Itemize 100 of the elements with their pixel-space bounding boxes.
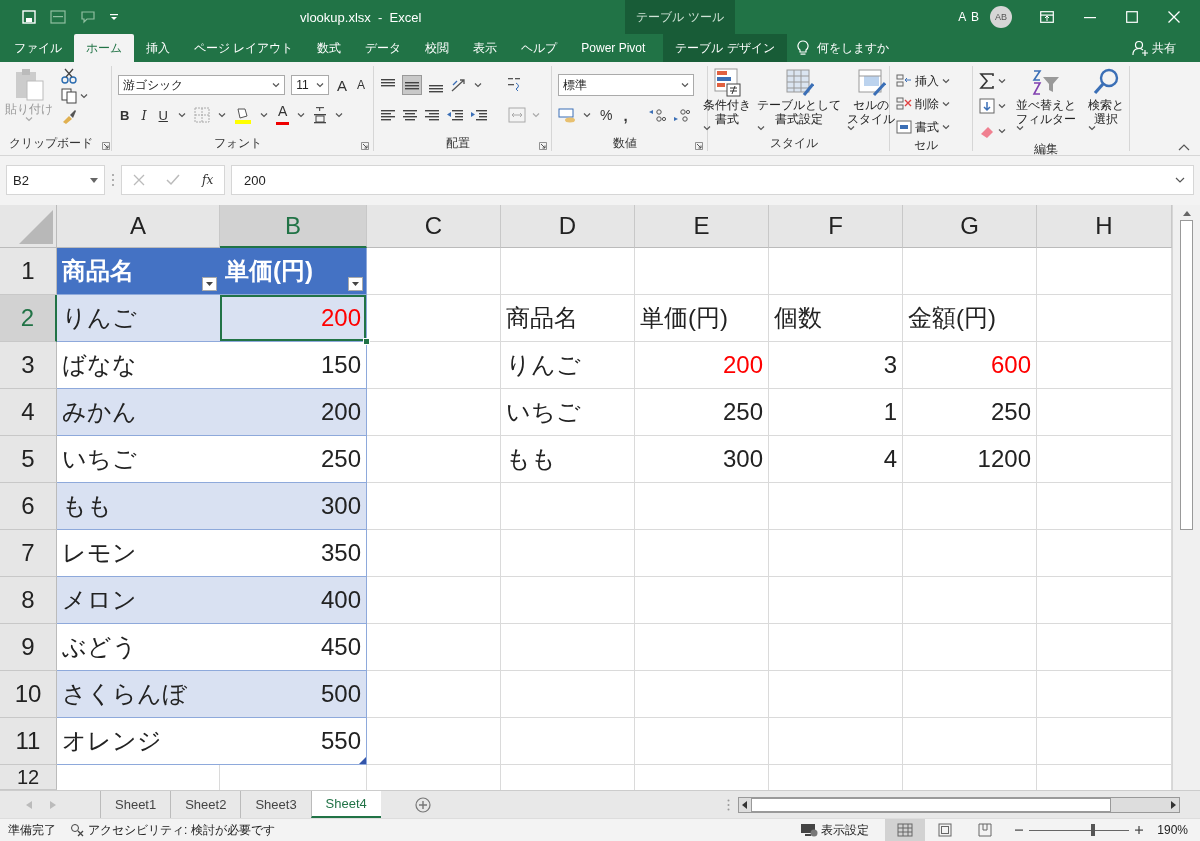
format-cells-icon[interactable] [896, 120, 912, 134]
caret-icon[interactable] [259, 112, 268, 118]
ribbon-display-icon[interactable] [1040, 11, 1054, 23]
column-header[interactable]: B [220, 205, 367, 248]
caret-icon[interactable] [583, 112, 591, 118]
caret-icon[interactable] [942, 124, 950, 130]
style-button[interactable]: テーブルとして 書式設定 [754, 66, 843, 136]
caret-icon[interactable] [681, 82, 689, 88]
insert-function-button[interactable]: fx [202, 173, 214, 187]
percent-button[interactable]: % [598, 105, 615, 125]
column-header[interactable]: G [903, 205, 1037, 248]
style-button[interactable]: 条件付き 書式 [700, 66, 753, 136]
caret-icon[interactable] [474, 82, 482, 88]
row-header[interactable]: 2 [0, 295, 57, 342]
caret-icon[interactable] [315, 82, 324, 88]
italic-button[interactable]: I [139, 105, 149, 125]
zoom-in-icon[interactable] [1135, 826, 1144, 834]
ribbon-tab[interactable]: ヘルプ [509, 34, 570, 62]
sum-icon[interactable] [979, 73, 995, 89]
caret-icon[interactable] [998, 78, 1006, 84]
dialog-launcher-icon[interactable] [361, 142, 369, 150]
ribbon-tab[interactable]: テーブル デザイン [663, 34, 787, 62]
ribbon-tab[interactable]: ファイル [2, 34, 74, 62]
align-center-icon[interactable] [402, 107, 418, 123]
caret-icon[interactable] [1088, 126, 1096, 131]
scrollbar-thumb[interactable] [1180, 220, 1193, 530]
cells-button[interactable]: 削除 [915, 93, 939, 115]
insert-cells-icon[interactable] [896, 74, 912, 88]
ribbon-tab[interactable]: 校閲 [413, 34, 462, 62]
column-header[interactable]: H [1037, 205, 1172, 248]
comma-button[interactable]: , [621, 105, 630, 125]
view-button[interactable] [885, 818, 926, 841]
column-header[interactable]: F [769, 205, 903, 248]
caret-icon[interactable] [335, 112, 344, 118]
dialog-launcher-icon[interactable] [102, 142, 110, 150]
dialog-launcher-icon[interactable] [539, 142, 547, 150]
fill-color-icon[interactable] [233, 106, 252, 124]
font-color-button[interactable]: A [275, 105, 290, 125]
row-header[interactable]: 9 [0, 624, 57, 671]
caret-icon[interactable] [756, 126, 765, 131]
font-name-field[interactable]: 游ゴシック [118, 75, 286, 95]
ribbon-tab[interactable]: Power Pivot [569, 34, 658, 62]
collapse-ribbon-icon[interactable] [1178, 143, 1190, 151]
row-header[interactable]: 12 [0, 765, 57, 790]
caret-icon[interactable] [272, 82, 281, 88]
filter-button[interactable] [348, 277, 363, 291]
row-header[interactable]: 5 [0, 436, 57, 483]
caret-icon[interactable] [846, 126, 855, 131]
horizontal-scrollbar[interactable] [738, 796, 1180, 813]
person-icon[interactable] [1132, 40, 1148, 56]
column-header[interactable]: A [57, 205, 220, 248]
display-settings-button[interactable]: 表示設定 [821, 821, 870, 839]
font-size-field[interactable]: 11 [291, 75, 329, 95]
decrease-indent-icon[interactable] [446, 107, 464, 123]
cut-icon[interactable] [61, 68, 77, 84]
merge-cells-icon[interactable] [508, 107, 526, 123]
ribbon-tab[interactable]: 表示 [461, 34, 510, 62]
caret-icon[interactable] [217, 112, 226, 118]
row-header[interactable]: 11 [0, 718, 57, 765]
row-header[interactable]: 10 [0, 671, 57, 718]
row-header[interactable]: 8 [0, 577, 57, 624]
formula-field[interactable]: 200 [231, 165, 1194, 195]
decrease-decimal-icon[interactable] [672, 107, 691, 123]
row-header[interactable]: 1 [0, 248, 57, 295]
ribbon-tab[interactable]: 挿入 [134, 34, 182, 62]
ribbon-tab[interactable]: 数式 [305, 34, 354, 62]
add-sheet-icon[interactable] [414, 796, 431, 813]
layout-icon[interactable] [50, 10, 66, 24]
share-button[interactable]: 共有 [1152, 39, 1176, 57]
tell-me-field[interactable]: 何をしますか [816, 39, 889, 57]
grow-font-button[interactable]: A [334, 75, 349, 95]
column-header[interactable]: E [635, 205, 769, 248]
zoom-level[interactable]: 190% [1157, 823, 1188, 837]
column-header[interactable]: D [501, 205, 635, 248]
maximize-icon[interactable] [1126, 11, 1138, 23]
copy-icon[interactable] [61, 88, 77, 104]
row-header[interactable]: 4 [0, 389, 57, 436]
scroll-up-icon[interactable] [1181, 209, 1192, 217]
caret-icon[interactable] [942, 78, 950, 84]
ribbon-tab[interactable]: データ [353, 34, 414, 62]
cells-button[interactable]: 挿入 [915, 70, 939, 92]
name-box[interactable]: B2 [6, 165, 105, 195]
column-header[interactable]: C [367, 205, 501, 248]
align-left-icon[interactable] [380, 107, 396, 123]
sheet-tab[interactable]: Sheet4 [310, 791, 381, 818]
style-button[interactable]: セルの スタイル [844, 66, 897, 136]
vertical-scrollbar[interactable] [1172, 205, 1200, 790]
number-format-field[interactable]: 標準 [558, 74, 694, 96]
caret-icon[interactable] [177, 112, 186, 118]
caret-icon[interactable] [998, 103, 1006, 109]
caret-icon[interactable] [80, 93, 88, 99]
underline-button[interactable]: U [156, 105, 170, 125]
caret-icon[interactable] [942, 101, 950, 107]
fill-handle[interactable] [363, 338, 370, 345]
orientation-icon[interactable] [450, 77, 468, 93]
shrink-font-button[interactable]: A [355, 75, 367, 95]
sort-filter-button[interactable]: 並べ替えと フィルター [1014, 66, 1078, 142]
cells-button[interactable]: 書式 [915, 116, 939, 138]
save-icon[interactable] [22, 10, 36, 24]
close-icon[interactable] [1168, 11, 1180, 23]
